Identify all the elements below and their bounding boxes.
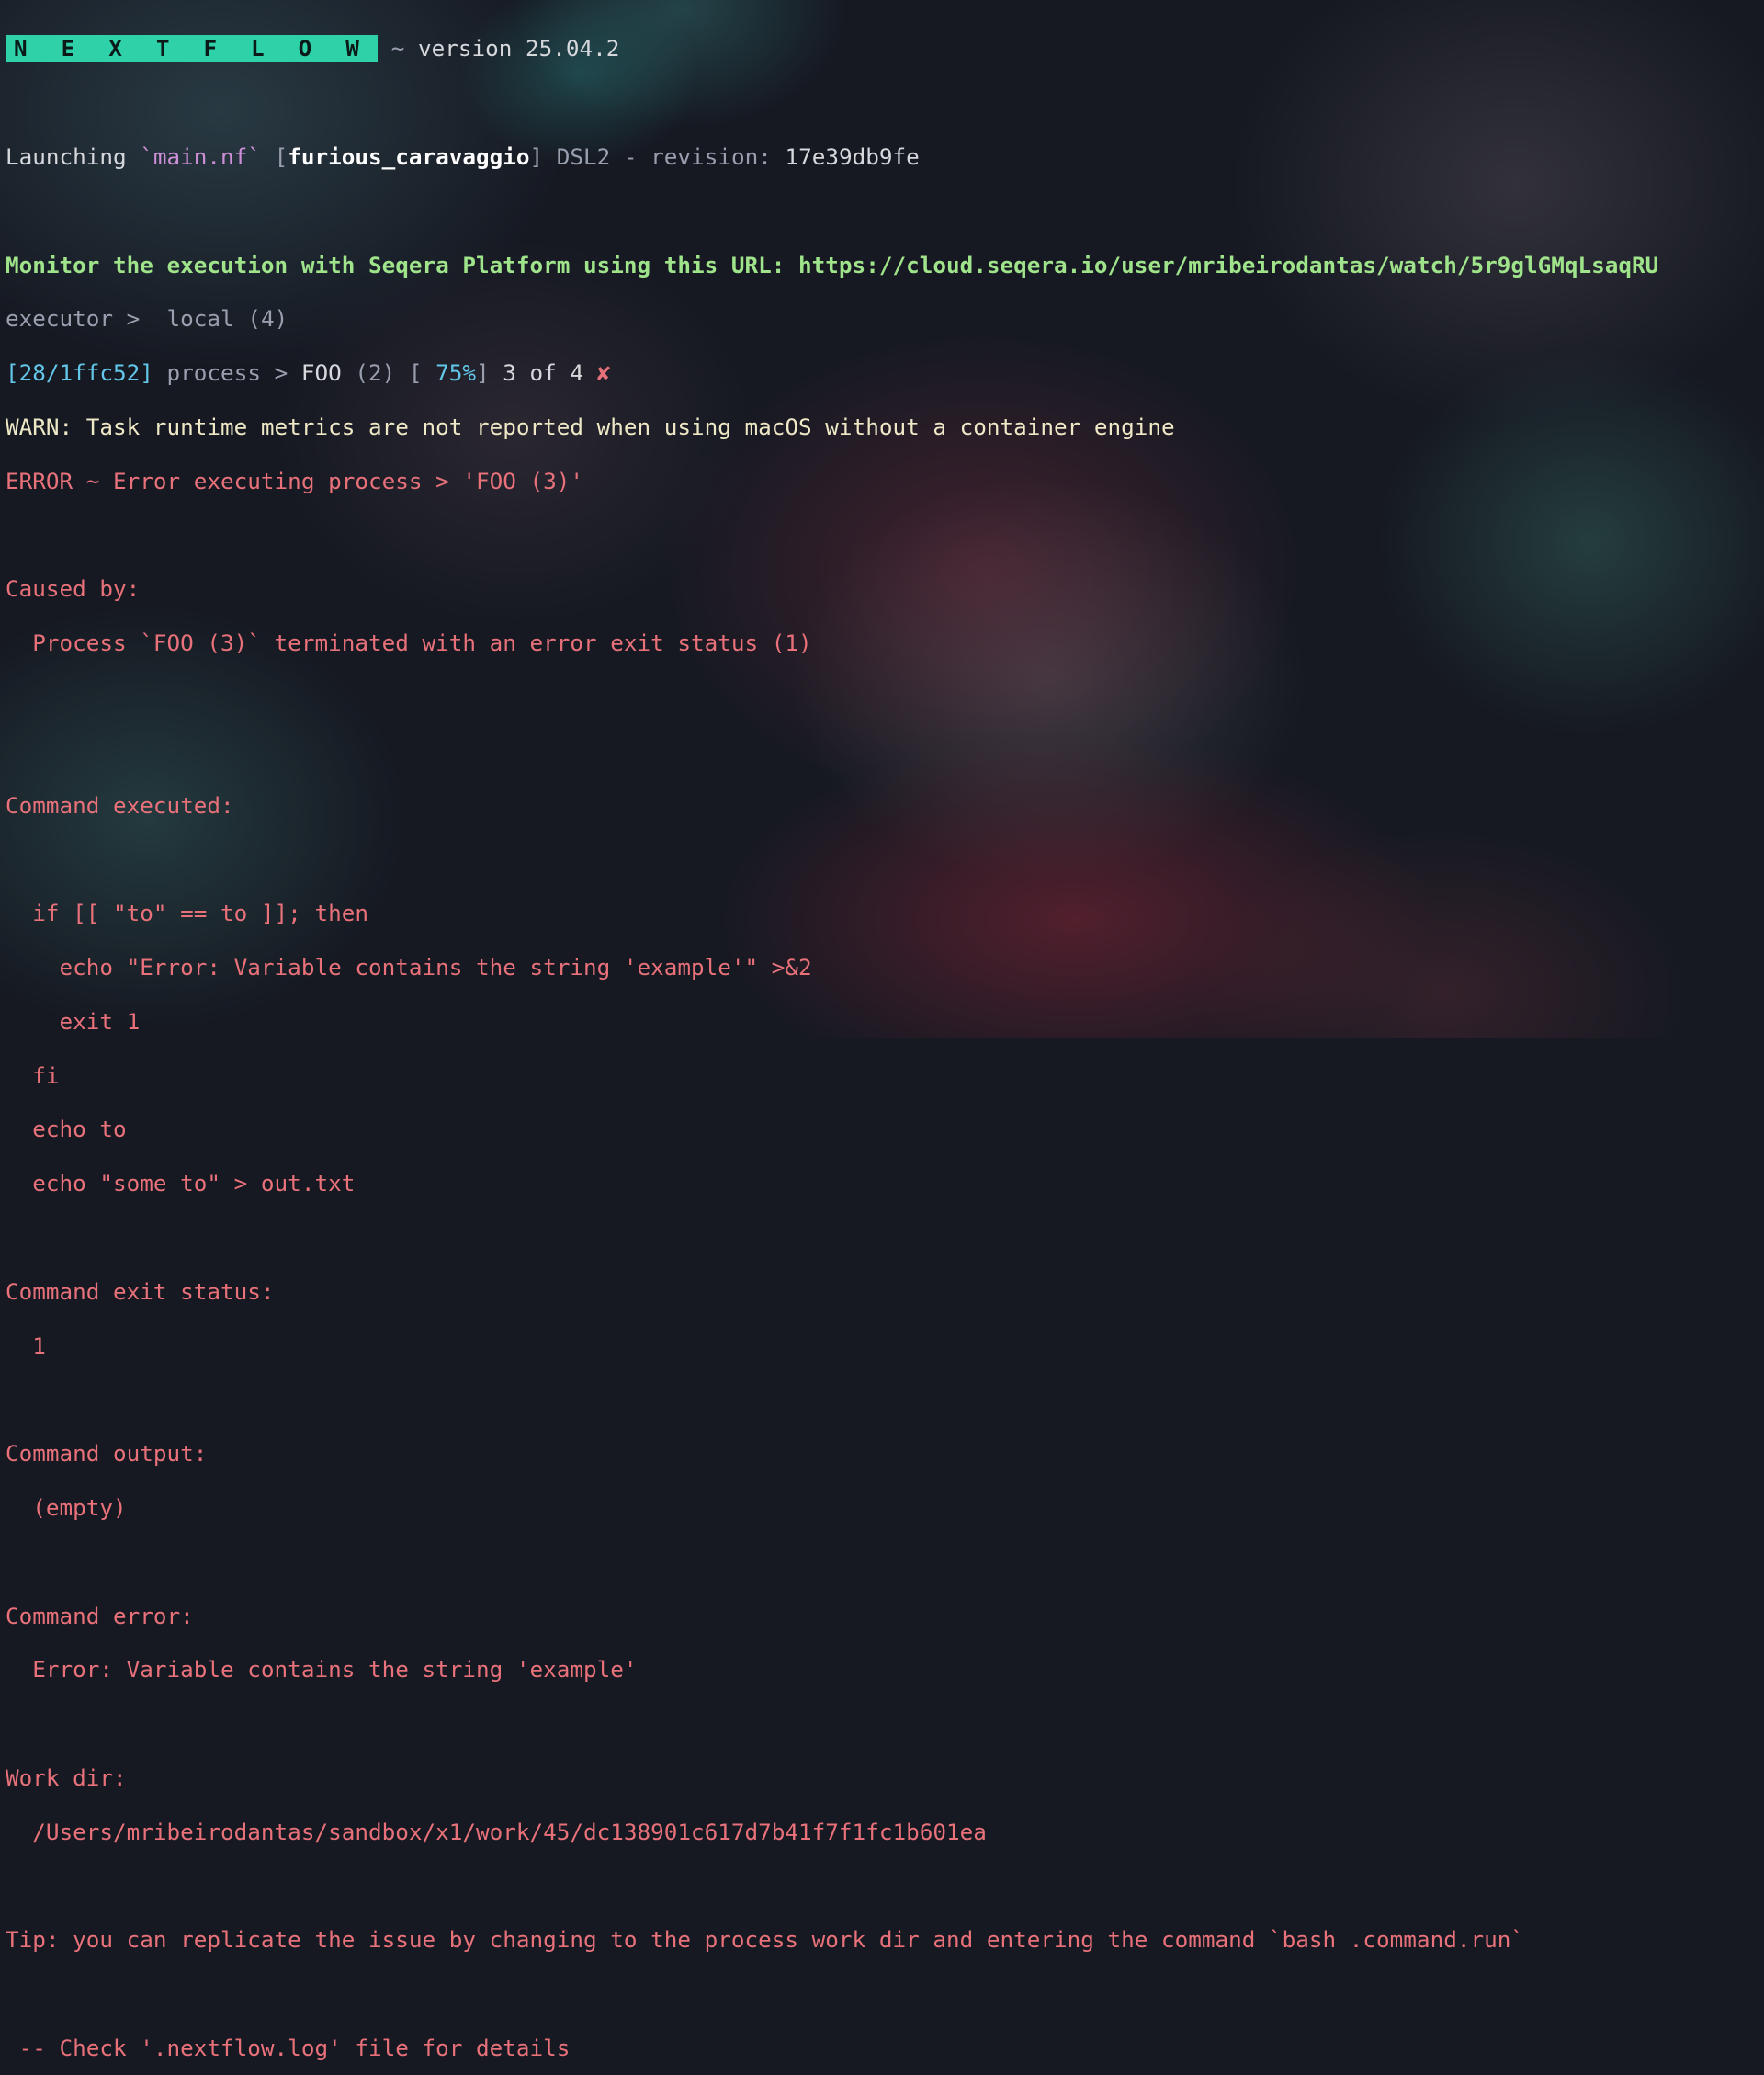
check-log-line: -- Check '.nextflow.log' file for detail… — [6, 2034, 571, 2061]
header-tilde: ~ — [390, 35, 405, 62]
executor-line: executor > local (4) — [6, 305, 1764, 332]
terminal-output[interactable]: N E X T F L O W ~ version 25.04.2 Launch… — [6, 8, 1764, 2075]
command-line: echo "Error: Variable contains the strin… — [6, 953, 812, 981]
command-output-value: (empty) — [6, 1493, 127, 1521]
command-output-label: Command output: — [6, 1440, 208, 1468]
caused-by-label: Caused by: — [6, 575, 141, 603]
progress-percent: 75% — [435, 359, 477, 387]
command-error-label: Command error: — [6, 1602, 194, 1629]
caused-by-detail: Process `FOO (3)` terminated with an err… — [6, 629, 812, 657]
revision-hash: 17e39db9fe — [785, 143, 920, 170]
process-index: (2) — [341, 359, 409, 387]
close-bracket: ] — [529, 143, 557, 170]
command-line: fi — [6, 1061, 60, 1089]
tip-line: Tip: you can replicate the issue by chan… — [6, 1926, 1524, 1954]
task-count: 3 of 4 — [489, 359, 597, 387]
process-name: FOO — [300, 359, 342, 387]
warn-line: WARN: Task runtime metrics are not repor… — [6, 413, 1175, 440]
executor-value: local (4) — [153, 305, 288, 333]
command-error-value: Error: Variable contains the string 'exa… — [6, 1656, 638, 1684]
nextflow-logo: N E X T F L O W — [6, 35, 379, 62]
error-line: ERROR ~ Error executing process > 'FOO (… — [6, 467, 584, 494]
work-dir-path[interactable]: /Users/mribeirodantas/sandbox/x1/work/45… — [6, 1819, 1764, 1845]
exit-status-label: Command exit status: — [6, 1277, 275, 1305]
executor-label: executor > — [6, 305, 153, 333]
progress-open: [ — [408, 359, 436, 387]
open-bracket: [ — [260, 143, 288, 170]
launch-prefix: Launching — [6, 143, 141, 170]
command-line: echo "some to" > out.txt — [6, 1170, 356, 1197]
launch-line: Launching `main.nf` [furious_caravaggio]… — [6, 143, 1764, 170]
command-line: if [[ "to" == to ]]; then — [6, 900, 368, 927]
monitor-url-line[interactable]: Monitor the execution with Seqera Platfo… — [6, 252, 1764, 278]
script-name: `main.nf` — [140, 143, 261, 170]
command-line: echo to — [6, 1116, 127, 1143]
task-hash: [28/1ffc52] — [6, 359, 153, 387]
progress-close: ] — [476, 359, 490, 387]
process-status-line: [28/1ffc52] process > FOO (2) [ 75%] 3 o… — [6, 359, 1764, 386]
run-name: furious_caravaggio — [288, 143, 530, 170]
command-executed-label: Command executed: — [6, 791, 234, 819]
header-line: N E X T F L O W ~ version 25.04.2 — [6, 35, 1764, 62]
command-line: exit 1 — [6, 1007, 141, 1035]
exit-status-value: 1 — [6, 1332, 46, 1359]
version-text: version 25.04.2 — [418, 35, 620, 62]
dsl-revision-label: DSL2 - revision: — [556, 143, 786, 170]
work-dir-label: Work dir: — [6, 1763, 127, 1791]
fail-icon: ✘ — [596, 359, 611, 387]
process-label: process > — [153, 359, 301, 387]
